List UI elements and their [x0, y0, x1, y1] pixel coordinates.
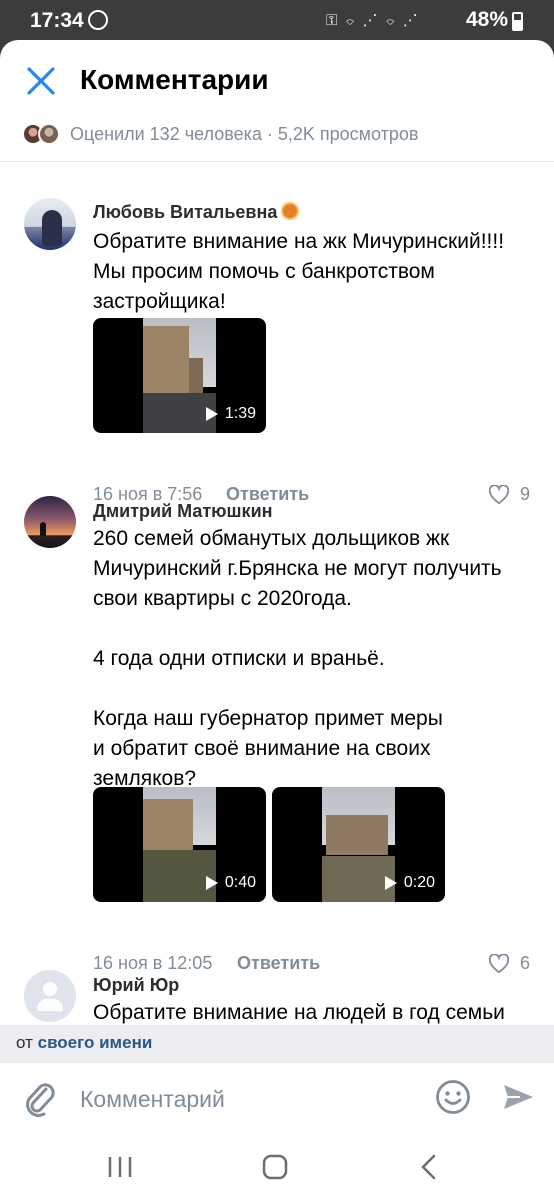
back-icon[interactable] — [410, 1149, 450, 1185]
system-navbar — [0, 1135, 554, 1200]
like-button[interactable]: 9 — [488, 484, 530, 505]
likes-summary-text: Оценили 132 человека · 5,2K просмотров — [70, 123, 419, 144]
comments-header: Комментарии Оценили 132 человека · 5,2K … — [0, 40, 554, 162]
video-attachment[interactable]: 1:39 — [93, 318, 266, 433]
comment-text: 260 семей обманутых дольщиков жк Мичурин… — [93, 527, 502, 790]
battery-level: 48% — [466, 8, 509, 31]
play-icon — [205, 407, 218, 421]
comment-text: Обратите внимание на людей в год семьи — [93, 1001, 505, 1024]
play-icon — [205, 876, 218, 890]
like-button[interactable]: 6 — [488, 953, 530, 974]
from-identity-link[interactable]: своего имени — [38, 1033, 153, 1052]
like-count: 9 — [519, 484, 530, 504]
emoji-icon[interactable] — [435, 1079, 471, 1115]
whatsapp-icon — [88, 10, 108, 30]
battery-icon — [512, 12, 523, 31]
video-duration: 0:40 — [224, 874, 256, 891]
status-icons: ⚿ ⌔ ⋰ ⌔ ⋰ — [326, 12, 420, 29]
avatar[interactable] — [24, 970, 76, 1022]
video-duration: 0:20 — [403, 874, 435, 891]
comment-composer — [0, 1063, 554, 1135]
send-icon[interactable] — [500, 1079, 536, 1115]
video-attachment[interactable]: 0:20 — [272, 787, 445, 902]
attach-icon[interactable] — [22, 1079, 58, 1119]
comment-author[interactable]: Любовь Витальевна — [93, 202, 300, 223]
avatar[interactable] — [24, 496, 76, 548]
status-bar: 17:34 ⚿ ⌔ ⋰ ⌔ ⋰ 48% — [0, 0, 554, 42]
heart-icon — [488, 953, 510, 973]
play-icon — [384, 876, 397, 890]
from-prefix: от — [16, 1033, 33, 1052]
comments-sheet: Комментарии Оценили 132 человека · 5,2K … — [0, 40, 554, 1200]
heart-icon — [488, 484, 510, 504]
badge-icon — [281, 202, 300, 220]
likes-summary[interactable]: Оценили 132 человека · 5,2K просмотров — [22, 120, 418, 148]
recent-apps-icon[interactable] — [100, 1149, 140, 1185]
like-count: 6 — [519, 953, 530, 973]
page-title: Комментарии — [80, 64, 269, 95]
liker-avatar — [38, 123, 60, 145]
avatar[interactable] — [24, 198, 76, 250]
comment-author[interactable]: Дмитрий Матюшкин — [93, 501, 273, 522]
home-icon[interactable] — [255, 1149, 295, 1185]
reply-button[interactable]: Ответить — [237, 953, 320, 974]
status-time: 17:34 — [30, 9, 84, 32]
comment-as-bar: от своего имени — [0, 1025, 554, 1063]
close-icon[interactable] — [22, 62, 60, 100]
comment-text: Обратите внимание на жк Мичуринский!!!! … — [93, 230, 505, 313]
comment-input[interactable] — [80, 1081, 410, 1117]
comment-author[interactable]: Юрий Юр — [93, 975, 179, 996]
comment-date: 16 ноя в 12:05 — [93, 953, 213, 973]
video-duration: 1:39 — [224, 405, 256, 422]
video-attachment[interactable]: 0:40 — [93, 787, 266, 902]
